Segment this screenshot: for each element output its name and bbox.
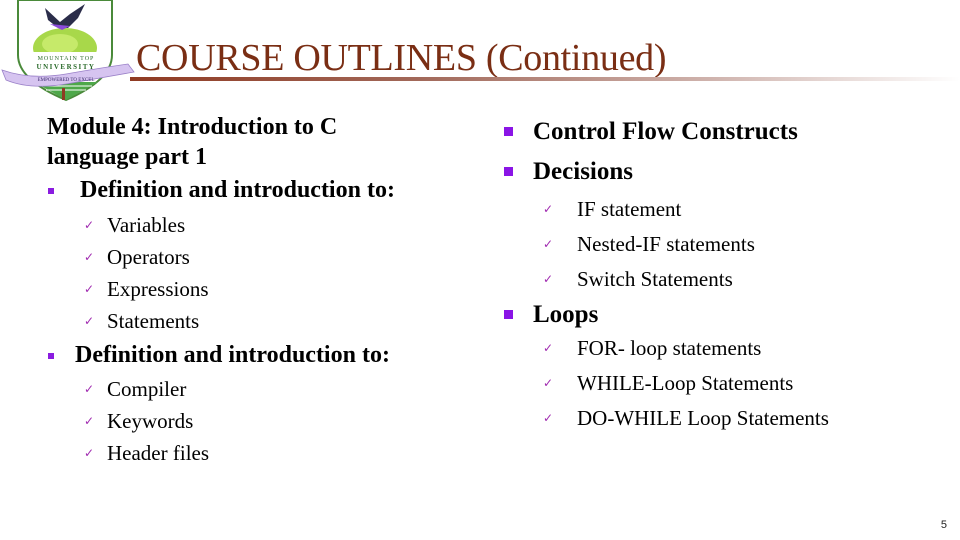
checkmark-icon: ✓ — [84, 446, 95, 460]
logo-name-line1: MOUNTAIN TOP — [38, 56, 95, 62]
list-item: ✓ Variables — [47, 209, 477, 241]
topic-heading: Control Flow Constructs — [502, 112, 942, 152]
checkmark-icon: ✓ — [84, 282, 95, 296]
list-item: ✓ FOR- loop statements — [502, 331, 942, 366]
right-column: Control Flow Constructs Decisions ✓ IF st… — [502, 112, 942, 436]
section-heading: Definition and introduction to: — [47, 174, 477, 206]
list-item: ✓ DO-WHILE Loop Statements — [502, 401, 942, 436]
slide-title: COURSE OUTLINES (Continued) — [136, 37, 667, 79]
list-item: ✓ Switch Statements — [502, 262, 942, 297]
topic-heading: Decisions — [502, 152, 942, 192]
logo-crest-icon: MOUNTAIN TOP UNIVERSITY EMPOWERED TO EXC… — [1, 0, 135, 102]
checkmark-icon: ✓ — [543, 341, 554, 355]
module-heading-line2: language part 1 — [47, 144, 208, 170]
checkmark-icon: ✓ — [543, 272, 554, 286]
module-heading: Module 4: Introduction to C language par… — [47, 112, 477, 172]
square-bullet-icon — [48, 188, 54, 194]
list-item: ✓ Statements — [47, 305, 477, 337]
section-heading-label: Definition and introduction to: — [80, 177, 395, 203]
list-item: ✓ WHILE-Loop Statements — [502, 366, 942, 401]
list-item-label: Header files — [107, 441, 210, 465]
checkmark-icon: ✓ — [84, 414, 95, 428]
title-underline — [130, 77, 960, 81]
section-heading: Definition and introduction to: — [47, 339, 477, 371]
list-item: ✓ Header files — [47, 437, 477, 469]
logo-name-line2: UNIVERSITY — [37, 63, 96, 71]
list-item-label: FOR- loop statements — [577, 336, 762, 360]
checkmark-icon: ✓ — [84, 218, 95, 232]
topic-heading-label: Loops — [533, 301, 599, 328]
list-item: ✓ Keywords — [47, 405, 477, 437]
list-item: ✓ IF statement — [502, 192, 942, 227]
checkmark-icon: ✓ — [84, 382, 95, 396]
section-heading-label: Definition and introduction to: — [75, 342, 390, 368]
checkmark-icon: ✓ — [84, 250, 95, 264]
list-item-label: IF statement — [577, 197, 682, 221]
list-item-label: Statements — [107, 309, 200, 333]
list-item-label: Switch Statements — [577, 267, 733, 291]
checkmark-icon: ✓ — [543, 237, 554, 251]
square-bullet-icon — [504, 167, 513, 176]
list-item-label: Compiler — [107, 377, 187, 401]
checkmark-icon: ✓ — [543, 411, 554, 425]
module-heading-line1: Module 4: Introduction to C — [47, 114, 338, 140]
square-bullet-icon — [504, 127, 513, 136]
list-item: ✓ Operators — [47, 241, 477, 273]
list-item-label: Keywords — [107, 409, 194, 433]
university-logo: MOUNTAIN TOP UNIVERSITY EMPOWERED TO EXC… — [0, 0, 145, 105]
checkmark-icon: ✓ — [543, 202, 554, 216]
topic-heading-label: Control Flow Constructs — [533, 118, 798, 145]
list-item-label: WHILE-Loop Statements — [577, 371, 794, 395]
square-bullet-icon — [504, 310, 513, 319]
list-item-label: Nested-IF statements — [577, 232, 755, 256]
list-item: ✓ Nested-IF statements — [502, 227, 942, 262]
left-column: Module 4: Introduction to C language par… — [47, 112, 477, 469]
checkmark-icon: ✓ — [84, 314, 95, 328]
list-item: ✓ Expressions — [47, 273, 477, 305]
topic-heading: Loops — [502, 295, 942, 335]
logo-motto: EMPOWERED TO EXCEL — [38, 78, 95, 83]
page-number: 5 — [940, 519, 947, 531]
list-item-label: Operators — [107, 245, 190, 269]
topic-heading-label: Decisions — [533, 158, 633, 185]
list-item: ✓ Compiler — [47, 373, 477, 405]
checkmark-icon: ✓ — [543, 376, 554, 390]
square-bullet-icon — [48, 353, 54, 359]
list-item-label: DO-WHILE Loop Statements — [577, 406, 829, 430]
list-item-label: Expressions — [107, 277, 209, 301]
list-item-label: Variables — [107, 213, 186, 237]
